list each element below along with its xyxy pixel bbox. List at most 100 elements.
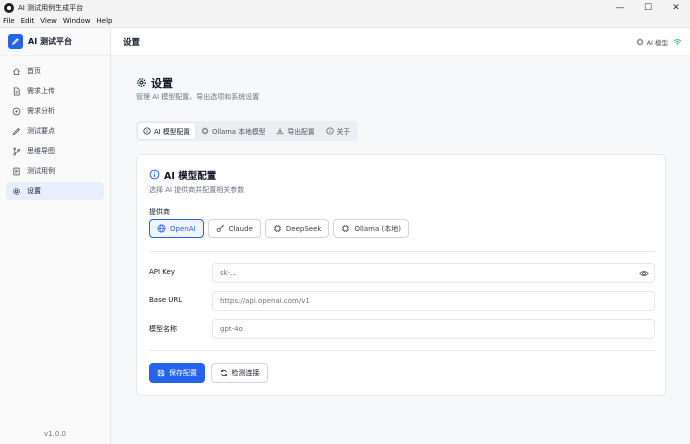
page-title-text: 设置 [151, 77, 173, 90]
sidebar-item-upload[interactable]: 需求上传 [6, 82, 104, 100]
header-title: 设置 [123, 37, 141, 48]
model-name-value: gpt-4o [220, 325, 243, 333]
home-icon [11, 66, 21, 76]
card-title-text: AI 模型配置 [164, 171, 217, 182]
eye-icon[interactable] [639, 269, 649, 278]
api-key-label: API Key [149, 268, 175, 276]
sidebar-nav: 首页 需求上传 需求分析 测试要点 思维导图 测试用例 设置 [0, 56, 110, 200]
tab-about[interactable]: 关于 [321, 123, 356, 139]
save-config-label: 保存配置 [169, 369, 197, 377]
refresh-icon [220, 369, 228, 377]
base-url-label: Base URL [149, 296, 183, 304]
tab-ollama[interactable]: Ollama 本地模型 [196, 123, 270, 139]
ai-model-status-label: AI 模型 [646, 39, 668, 47]
model-name-input[interactable]: gpt-4o [212, 319, 655, 339]
globe-icon [157, 224, 166, 233]
sidebar-item-label: 设置 [27, 187, 41, 195]
sidebar: AI 测试平台 首页 需求上传 需求分析 测试要点 思维导图 测试用例 设置 v… [0, 28, 111, 444]
provider-label: 提供商 [149, 208, 170, 216]
tab-label: 导出配置 [287, 128, 315, 136]
app-version: v1.0.0 [44, 430, 66, 438]
menu-edit[interactable]: Edit [21, 17, 35, 25]
download-icon [276, 127, 284, 135]
file-icon [11, 86, 21, 96]
tab-label: AI 模型配置 [154, 128, 191, 136]
divider [149, 350, 655, 351]
brand-name: AI 测试平台 [28, 37, 72, 46]
window-controls: — ☐ ✕ [606, 0, 690, 15]
document-icon [11, 166, 21, 176]
sidebar-item-mindmap[interactable]: 思维导图 [6, 142, 104, 160]
gear-icon [11, 186, 21, 196]
sidebar-item-analysis[interactable]: 需求分析 [6, 102, 104, 120]
top-header: 设置 AI 模型 [111, 28, 690, 56]
tab-label: Ollama 本地模型 [212, 128, 266, 136]
ai-model-status[interactable]: AI 模型 [636, 28, 682, 56]
save-config-button[interactable]: 保存配置 [149, 363, 205, 383]
sidebar-item-settings[interactable]: 设置 [6, 182, 104, 200]
sidebar-item-label: 需求分析 [27, 107, 55, 115]
key-icon [216, 224, 225, 233]
info-icon [143, 127, 151, 135]
page-subtitle: 管理 AI 模型配置、导出选项和系统设置 [136, 93, 260, 101]
chip-icon [341, 224, 350, 233]
api-key-value: sk-... [220, 269, 237, 277]
menu-help[interactable]: Help [97, 17, 113, 25]
provider-label-text: Claude [228, 224, 253, 233]
page-title: 设置 [136, 75, 173, 91]
provider-claude[interactable]: Claude [207, 219, 261, 238]
wifi-icon [673, 38, 682, 46]
info-icon [149, 169, 160, 182]
tab-export[interactable]: 导出配置 [271, 123, 319, 139]
branch-icon [11, 146, 21, 156]
maximize-button[interactable]: ☐ [634, 0, 662, 15]
provider-ollama[interactable]: Ollama (本地) [333, 219, 409, 238]
menu-file[interactable]: File [3, 17, 15, 25]
ai-config-card: AI 模型配置 选择 AI 提供商并配置相关参数 提供商 OpenAI Clau… [136, 154, 666, 396]
chip-icon [201, 127, 209, 135]
sidebar-item-home[interactable]: 首页 [6, 62, 104, 80]
card-subtitle: 选择 AI 提供商并配置相关参数 [149, 186, 245, 194]
title-bar: AI 测试用例生成平台 — ☐ ✕ [0, 0, 690, 15]
test-connection-button[interactable]: 检测连接 [211, 363, 268, 383]
provider-deepseek[interactable]: DeepSeek [264, 219, 330, 238]
base-url-input[interactable]: https://api.openai.com/v1 [212, 291, 655, 311]
divider [149, 251, 655, 252]
menu-bar: File Edit View Window Help [0, 15, 690, 28]
app-logo-icon [4, 2, 14, 13]
provider-label-text: DeepSeek [285, 224, 322, 233]
provider-options: OpenAI Claude DeepSeek Ollama (本地) [149, 219, 413, 238]
base-url-value: https://api.openai.com/v1 [220, 297, 310, 305]
tab-label: 关于 [336, 128, 351, 136]
brand: AI 测试平台 [0, 28, 110, 56]
provider-openai[interactable]: OpenAI [149, 219, 204, 238]
card-title: AI 模型配置 [149, 168, 216, 182]
sidebar-item-label: 思维导图 [27, 147, 55, 155]
menu-view[interactable]: View [40, 17, 57, 25]
save-icon [157, 369, 165, 377]
info-icon [326, 127, 334, 135]
window-title: AI 测试用例生成平台 [18, 3, 84, 12]
sidebar-item-label: 需求上传 [27, 87, 55, 95]
gear-icon [136, 77, 147, 90]
close-button[interactable]: ✕ [662, 0, 690, 15]
settings-tabs: AI 模型配置 Ollama 本地模型 导出配置 关于 [136, 121, 359, 141]
main-content: 设置 AI 模型 设置 管理 AI 模型配置、导出选项和系统设置 AI 模型配置 [111, 28, 690, 444]
analysis-icon [11, 106, 21, 116]
minimize-button[interactable]: — [606, 0, 634, 15]
chip-icon [273, 224, 282, 233]
pen-icon [11, 126, 21, 136]
menu-window[interactable]: Window [63, 17, 91, 25]
sidebar-item-label: 首页 [27, 67, 41, 75]
test-connection-label: 检测连接 [231, 369, 260, 377]
api-key-input[interactable]: sk-... [212, 263, 655, 283]
tab-ai-model[interactable]: AI 模型配置 [138, 123, 196, 139]
pencil-icon [8, 34, 23, 49]
chip-icon [636, 38, 644, 46]
sidebar-item-testpoints[interactable]: 测试要点 [6, 122, 104, 140]
provider-label-text: Ollama (本地) [354, 224, 401, 233]
sidebar-item-testcases[interactable]: 测试用例 [6, 162, 104, 180]
model-name-label: 模型名称 [149, 325, 177, 333]
provider-label-text: OpenAI [170, 224, 196, 233]
sidebar-item-label: 测试用例 [27, 167, 55, 175]
